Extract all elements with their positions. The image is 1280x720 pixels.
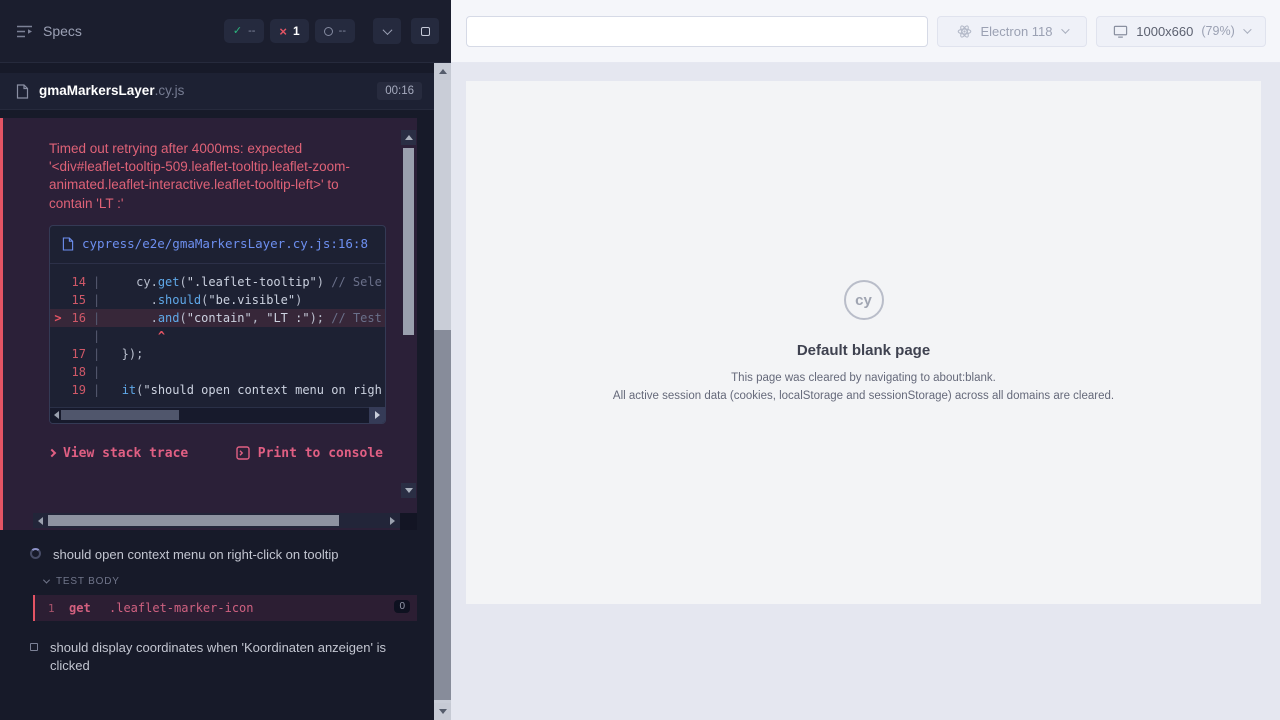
code-line: >16| .and("contain", "LT :"); // Test: [50, 309, 385, 327]
test-body-label: TEST BODY: [56, 576, 120, 587]
stat-passed: ✓ --: [224, 19, 265, 43]
scroll-right-button[interactable]: [385, 513, 400, 528]
error-hscrollbar[interactable]: [33, 513, 400, 528]
spec-name: gmaMarkersLayer: [39, 83, 155, 98]
hscrollbar-thumb[interactable]: [48, 515, 339, 526]
command-badge: 0: [394, 600, 410, 613]
viewport-area: cy Default blank page This page was clea…: [451, 63, 1280, 720]
scroll-up-button[interactable]: [401, 130, 416, 145]
view-stack-trace-link[interactable]: View stack trace: [49, 446, 188, 461]
hscrollbar-thumb[interactable]: [61, 410, 179, 420]
error-message: Timed out retrying after 4000ms: expecte…: [3, 118, 417, 213]
command-row[interactable]: 1 get .leaflet-marker-icon 0: [33, 595, 417, 621]
code-frame-file-link[interactable]: cypress/e2e/gmaMarkersLayer.cy.js:16:8: [82, 235, 368, 254]
viewport-size: 1000x660: [1136, 24, 1193, 39]
app: Specs ✓ -- × 1 --: [0, 0, 1280, 720]
viewport-zoom: (79%): [1201, 24, 1234, 38]
failed-attempt-panel: Timed out retrying after 4000ms: expecte…: [0, 118, 417, 530]
test-stats: ✓ -- × 1 --: [224, 19, 355, 43]
test-item[interactable]: should open context menu on right-click …: [0, 546, 434, 564]
chevron-down-icon: [382, 25, 392, 35]
scrollbar-corner: [400, 513, 417, 530]
cypress-reporter: Specs ✓ -- × 1 --: [0, 0, 451, 720]
blank-page-message-2: All active session data (cookies, localS…: [613, 388, 1114, 405]
spinner-icon: [30, 548, 41, 559]
reporter-scrollbar[interactable]: [434, 63, 451, 720]
scroll-up-button[interactable]: [434, 63, 451, 80]
file-icon: [62, 237, 74, 251]
scroll-left-button[interactable]: [33, 513, 48, 528]
spec-header: gmaMarkersLayer.cy.js 00:16: [0, 73, 434, 110]
url-input[interactable]: [466, 16, 928, 47]
scrollbar-track[interactable]: [434, 80, 451, 703]
stop-button[interactable]: [411, 18, 439, 44]
scroll-down-button[interactable]: [401, 483, 416, 498]
code-frame-header[interactable]: cypress/e2e/gmaMarkersLayer.cy.js:16:8: [50, 226, 385, 264]
stop-icon: [421, 27, 430, 36]
browser-select[interactable]: Electron 118: [937, 16, 1087, 47]
specs-menu-icon[interactable]: [16, 25, 33, 38]
code-line: 19| it("should open context menu on righ: [50, 381, 385, 399]
code-frame-hscrollbar[interactable]: [50, 407, 385, 423]
command-method: get: [69, 601, 109, 615]
reporter-content: gmaMarkersLayer.cy.js 00:16 Timed out re…: [0, 63, 434, 720]
failed-count: 1: [293, 24, 300, 38]
code-line: 14| cy.get(".leaflet-tooltip") // Sele: [50, 273, 385, 291]
electron-icon: [957, 24, 972, 39]
pending-circle-icon: [324, 27, 333, 36]
error-vscrollbar[interactable]: [401, 130, 416, 498]
viewport-select[interactable]: 1000x660 (79%): [1096, 16, 1266, 47]
runner-header: Electron 118 1000x660 (79%): [451, 0, 1280, 63]
cypress-runner: Electron 118 1000x660 (79%) cy Default b…: [451, 0, 1280, 720]
aut-blank-page: cy Default blank page This page was clea…: [466, 81, 1261, 604]
code-frame: cypress/e2e/gmaMarkersLayer.cy.js:16:8 1…: [49, 225, 386, 424]
spec-file-icon: [16, 84, 29, 99]
browser-label: Electron 118: [980, 24, 1052, 39]
vscrollbar-thumb[interactable]: [403, 148, 414, 335]
command-message: .leaflet-marker-icon: [109, 601, 254, 615]
test-body-toggle[interactable]: TEST BODY: [44, 576, 434, 587]
blank-page-message-1: This page was cleared by navigating to a…: [731, 370, 996, 387]
pending-count: --: [339, 25, 346, 37]
code-line: 18|: [50, 363, 385, 381]
collapse-all-button[interactable]: [373, 18, 401, 44]
test-title: should display coordinates when 'Koordin…: [50, 639, 390, 675]
x-icon: ×: [279, 25, 287, 38]
stat-failed: × 1: [270, 19, 308, 43]
scroll-right-icon: [375, 411, 380, 419]
code-line: 17| });: [50, 345, 385, 363]
chevron-down-icon: [1061, 25, 1069, 33]
test-item[interactable]: should display coordinates when 'Koordin…: [0, 639, 434, 675]
reporter-controls-header: Specs ✓ -- × 1 --: [0, 0, 451, 63]
viewport-icon: [1113, 24, 1128, 39]
cypress-logo: cy: [844, 280, 884, 320]
chevron-right-icon: [48, 449, 56, 457]
check-icon: ✓: [233, 26, 242, 37]
error-actions: View stack trace Print to console: [49, 446, 383, 461]
scroll-down-button[interactable]: [434, 703, 451, 720]
scroll-left-icon[interactable]: [54, 411, 59, 419]
scrollbar-thumb[interactable]: [434, 330, 451, 700]
stat-pending: --: [315, 19, 355, 43]
reporter-main: gmaMarkersLayer.cy.js 00:16 Timed out re…: [0, 63, 451, 720]
blank-page-title: Default blank page: [797, 342, 930, 359]
square-icon: [30, 643, 38, 651]
code-line: | ^: [50, 327, 385, 345]
chevron-down-icon: [1243, 25, 1251, 33]
print-icon: [236, 446, 250, 460]
code-line: 15| .should("be.visible"): [50, 291, 385, 309]
passed-count: --: [248, 25, 255, 37]
print-to-console-button[interactable]: Print to console: [236, 446, 383, 461]
spec-extension: .cy.js: [155, 83, 185, 98]
specs-title: Specs: [43, 23, 82, 39]
chevron-down-icon: [43, 577, 50, 584]
scroll-right-button[interactable]: [369, 407, 385, 423]
test-title: should open context menu on right-click …: [53, 546, 338, 564]
spec-timer: 00:16: [377, 82, 422, 100]
code-lines: 14| cy.get(".leaflet-tooltip") // Sele15…: [50, 264, 385, 407]
command-number: 1: [35, 602, 69, 615]
